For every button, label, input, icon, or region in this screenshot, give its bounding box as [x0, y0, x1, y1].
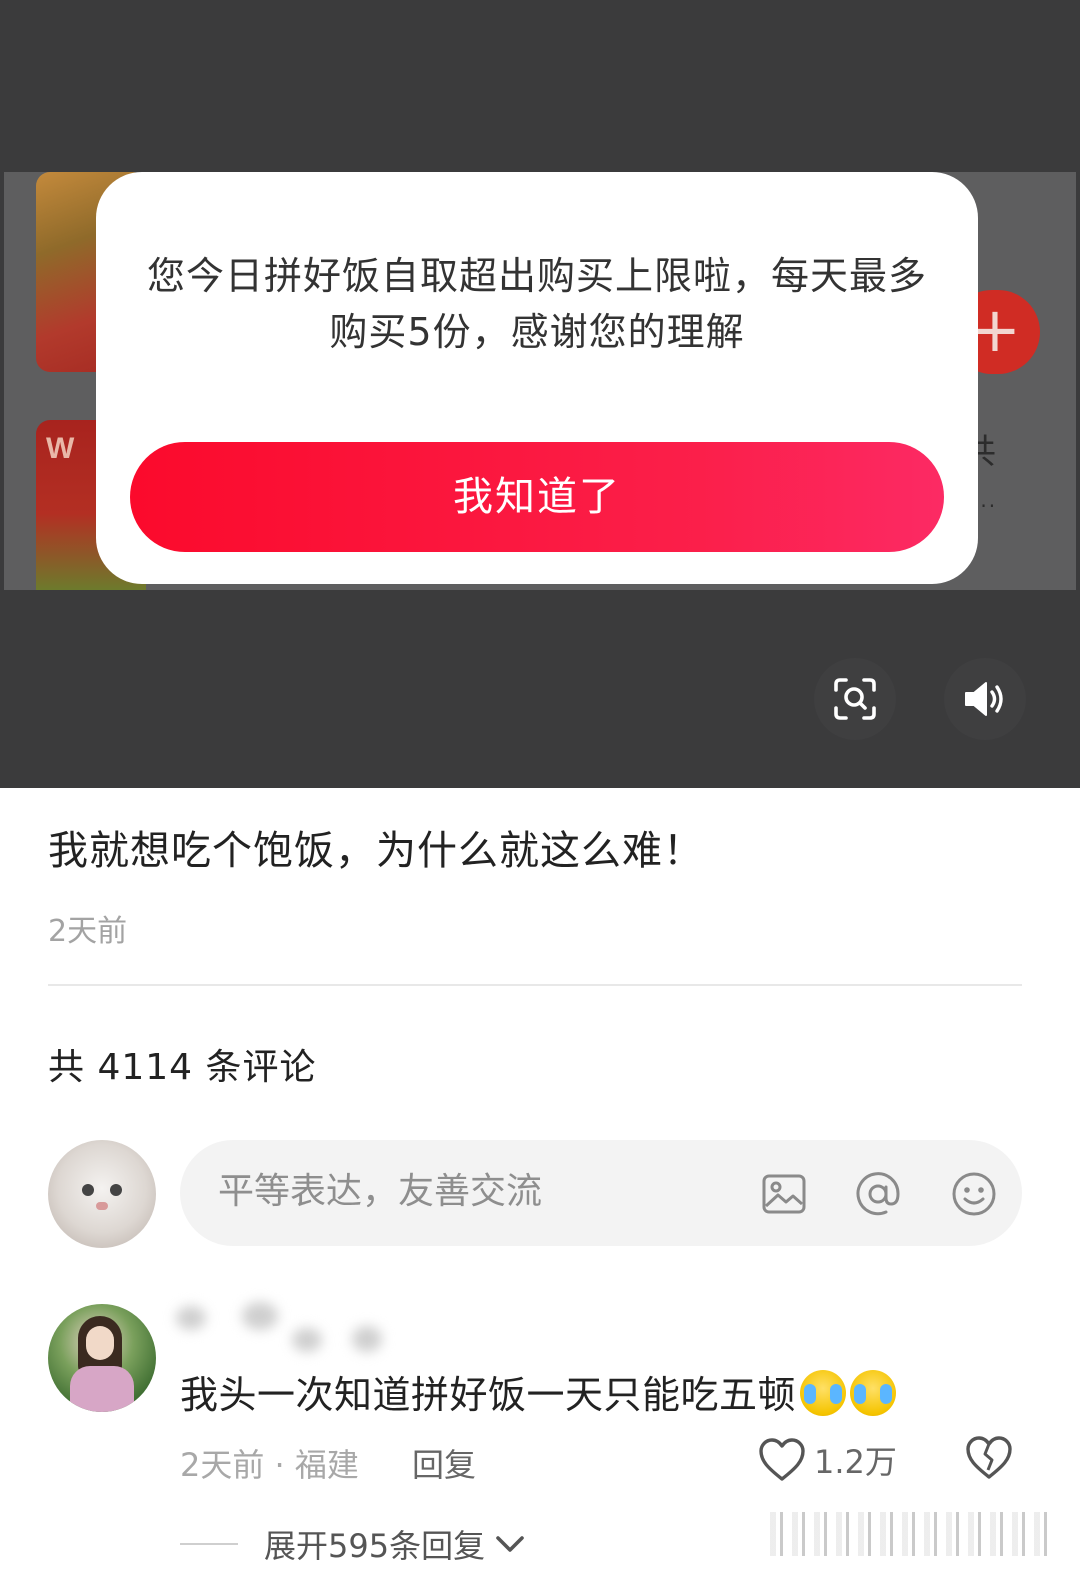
confirm-button[interactable]: 我知道了 — [130, 442, 944, 552]
dialog-message: 您今日拼好饭自取超出购买上限啦，每天最多购买5份，感谢您的理解 — [146, 254, 927, 354]
expand-replies-button[interactable]: 展开595条回复 — [180, 1522, 527, 1566]
comment-time-location: 2天前 · 福建 — [180, 1446, 359, 1484]
reply-button[interactable]: 回复 — [412, 1440, 476, 1486]
comment-input[interactable] — [216, 1170, 740, 1213]
comment-count: 共 4114 条评论 — [48, 1047, 317, 1088]
divider — [48, 984, 1022, 986]
lens-scan-button[interactable] — [814, 658, 896, 740]
purchase-limit-dialog: 您今日拼好饭自取超出购买上限啦，每天最多购买5份，感谢您的理解 我知道了 — [96, 172, 978, 584]
expand-line — [180, 1543, 238, 1545]
my-avatar[interactable] — [48, 1140, 156, 1248]
comment-text: 我头一次知道拼好饭一天只能吃五顿 — [180, 1364, 897, 1419]
emoji-smile-icon[interactable] — [950, 1170, 998, 1218]
crying-laughing-emoji — [850, 1370, 897, 1416]
heart-icon — [759, 1438, 805, 1481]
expand-replies-label: 展开595条回复 — [264, 1527, 486, 1565]
commenter-avatar[interactable] — [48, 1304, 156, 1412]
post-title: 我就想吃个饱饭，为什么就这么难！ — [48, 828, 704, 874]
at-mention-icon[interactable] — [854, 1170, 902, 1218]
like-button[interactable]: 1.2万 — [758, 1436, 897, 1484]
like-count: 1.2万 — [814, 1443, 897, 1481]
video-player[interactable]: W + 共 ... 您今日拼好饭自取超出购买上限啦，每天最多购买5份，感谢您的理… — [0, 0, 1080, 788]
crying-laughing-emoji — [800, 1370, 847, 1416]
broken-heart-icon[interactable] — [964, 1434, 1014, 1482]
lens-scan-icon — [834, 678, 876, 720]
product-tag: W — [46, 432, 75, 465]
commenter-name-blurred — [172, 1300, 402, 1360]
volume-button[interactable] — [944, 658, 1026, 740]
image-icon[interactable] — [760, 1170, 808, 1218]
post-time: 2天前 — [48, 914, 128, 949]
speaker-volume-icon — [965, 682, 1003, 716]
comment-body: 我头一次知道拼好饭一天只能吃五顿 — [180, 1373, 797, 1417]
screen-artifact — [770, 1512, 1050, 1556]
chevron-down-icon — [496, 1536, 524, 1552]
